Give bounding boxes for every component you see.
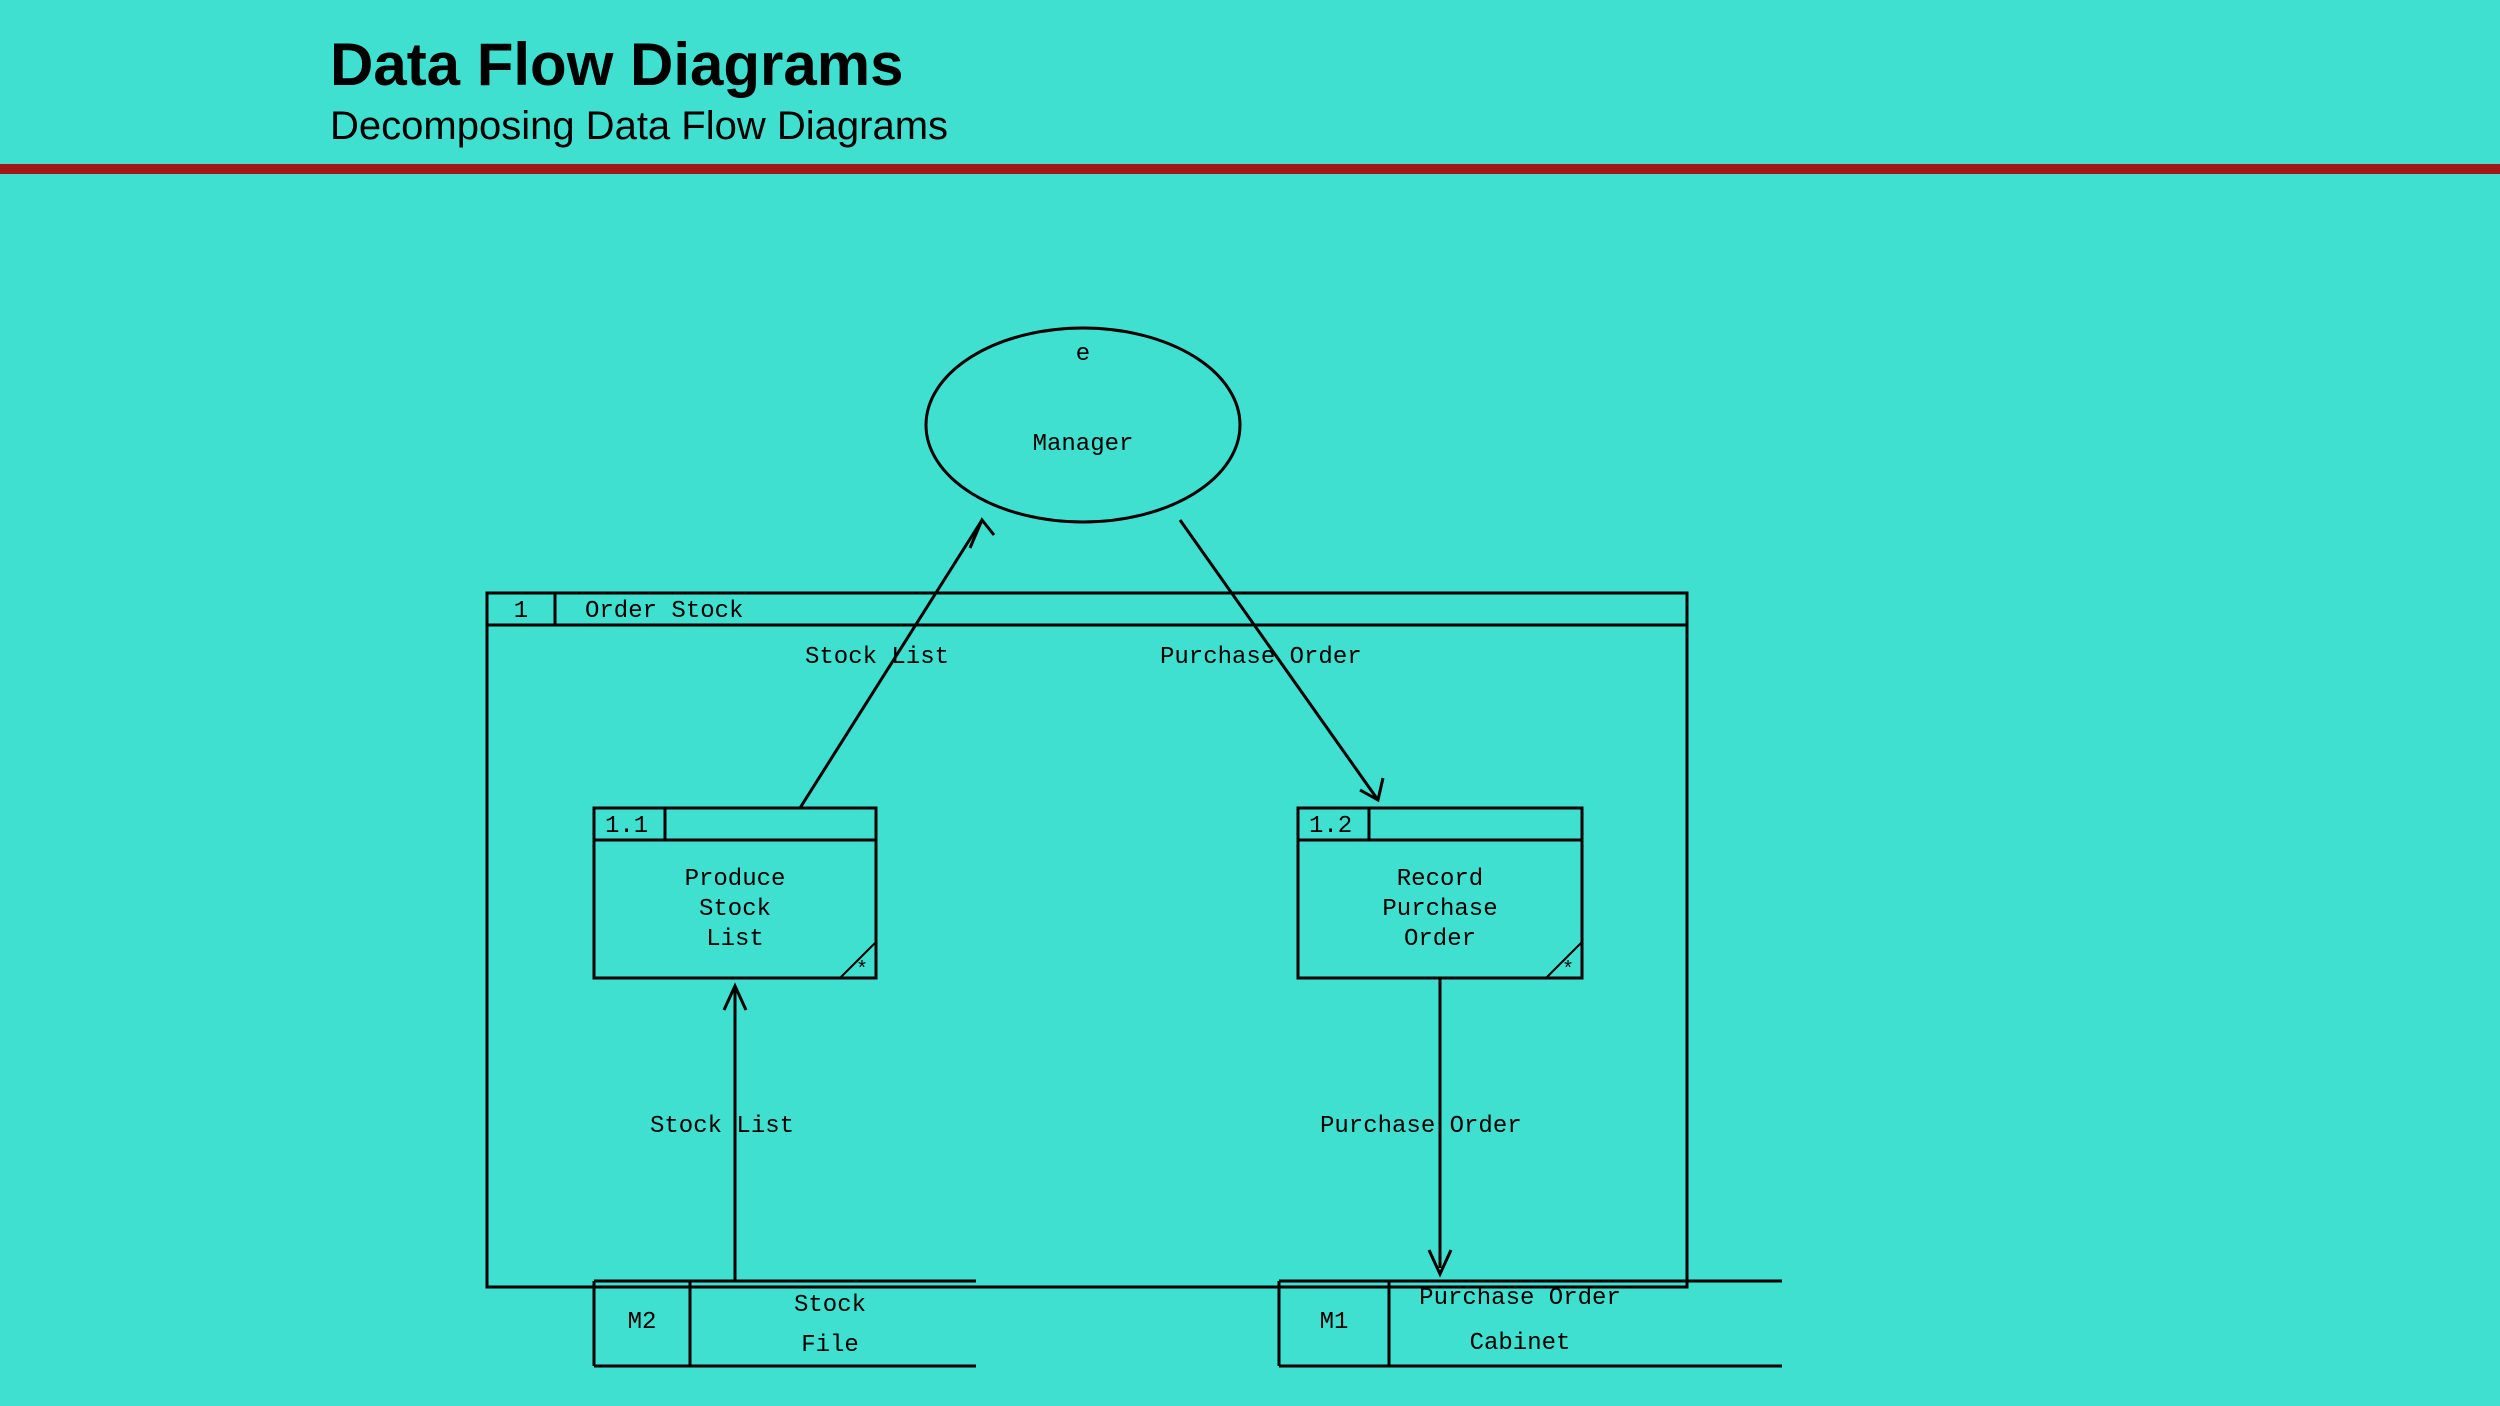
page-subtitle: Decomposing Data Flow Diagrams (330, 104, 2500, 149)
datastore-m2-line1: Stock (794, 1292, 866, 1319)
flow-label-stock-list-bottom: Stock List (650, 1113, 794, 1140)
process-1-2-line1: Record (1397, 866, 1483, 893)
flow-label-stock-list-top: Stock List (805, 644, 949, 671)
container-box (487, 593, 1687, 1287)
process-1-1-line3: List (706, 926, 764, 953)
header-divider (0, 164, 2500, 174)
datastore-m1-id: M1 (1320, 1309, 1349, 1336)
entity-label: Manager (1033, 431, 1134, 458)
page-title: Data Flow Diagrams (330, 30, 2500, 99)
flow-label-purchase-order-bottom: Purchase Order (1320, 1113, 1522, 1140)
flow-label-purchase-order-top: Purchase Order (1160, 644, 1362, 671)
process-1-2-line2: Purchase (1382, 896, 1497, 923)
process-1-1-marker: * (856, 959, 868, 982)
process-1-1-id: 1.1 (605, 813, 648, 840)
process-1-1-line2: Stock (699, 896, 771, 923)
entity-id: e (1076, 341, 1090, 368)
datastore-m2-line2: File (801, 1332, 859, 1359)
diagram-canvas: e Manager 1 Order Stock 1.1 Produce Stoc… (0, 200, 2500, 1400)
datastore-m1-line1: Purchase Order (1419, 1285, 1621, 1312)
dfd-svg: e Manager 1 Order Stock 1.1 Produce Stoc… (0, 200, 2500, 1400)
datastore-m1-line2: Cabinet (1470, 1330, 1571, 1357)
process-1-2-line3: Order (1404, 926, 1476, 953)
process-1-2-id: 1.2 (1309, 813, 1352, 840)
container-title: Order Stock (585, 598, 743, 625)
container-id: 1 (514, 598, 528, 625)
slide-header: Data Flow Diagrams Decomposing Data Flow… (0, 0, 2500, 149)
process-1-1-line1: Produce (685, 866, 786, 893)
datastore-m2-id: M2 (628, 1309, 657, 1336)
process-1-2-marker: * (1562, 959, 1574, 982)
